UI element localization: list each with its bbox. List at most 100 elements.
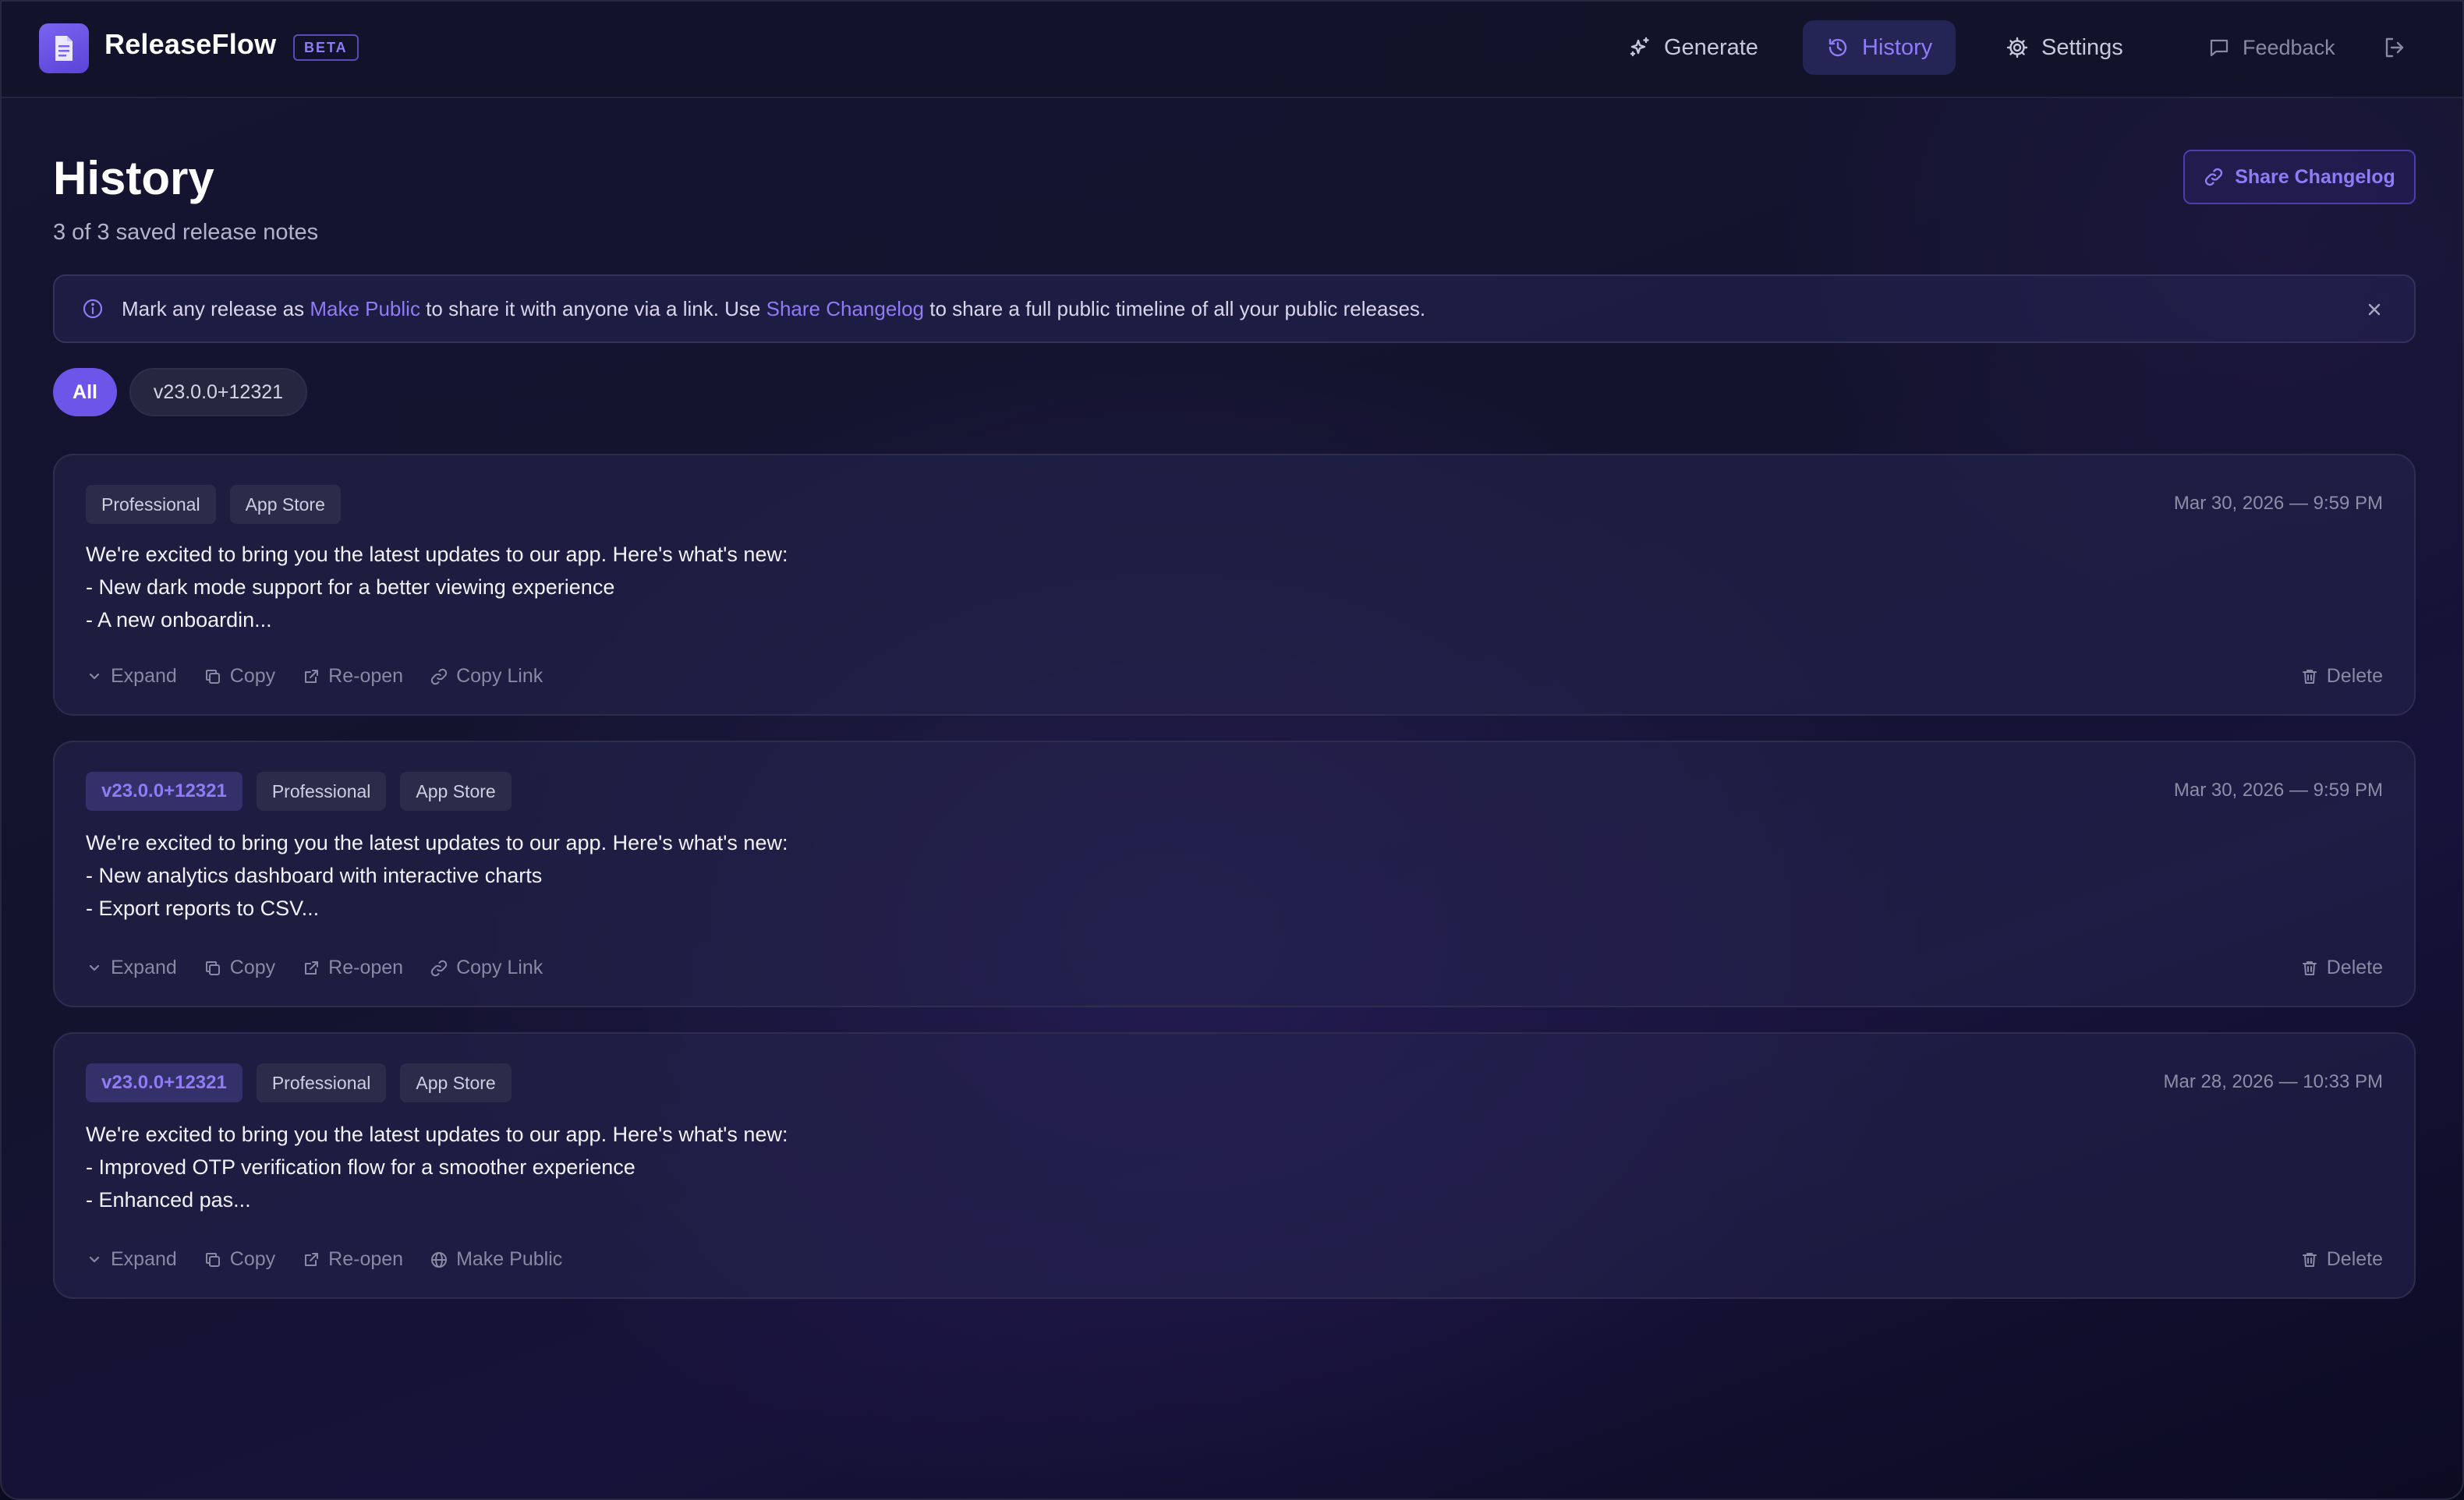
nav-feedback[interactable]: Feedback xyxy=(2185,20,2359,75)
reopen-button[interactable]: Re-open xyxy=(302,957,403,979)
copy-link-label: Copy Link xyxy=(456,957,543,978)
nav-settings-label: Settings xyxy=(2041,34,2123,60)
release-actions: Expand Copy Re-open Copy Link xyxy=(86,957,543,979)
nav-generate-label: Generate xyxy=(1664,34,1758,60)
document-icon xyxy=(52,34,76,62)
nav-history[interactable]: History xyxy=(1803,20,1956,75)
delete-label: Delete xyxy=(2326,665,2383,687)
expand-button[interactable]: Expand xyxy=(86,957,177,979)
page-title: History xyxy=(53,152,214,204)
copy-link-button[interactable]: Copy Link xyxy=(430,957,543,979)
nav-generate[interactable]: Generate xyxy=(1605,20,1782,75)
delete-button[interactable]: Delete xyxy=(2300,1248,2383,1271)
release-date: Mar 30, 2026 — 9:59 PM xyxy=(2173,780,2383,801)
delete-button[interactable]: Delete xyxy=(2300,665,2383,688)
make-public-link[interactable]: Make Public xyxy=(310,297,420,320)
gear-icon xyxy=(2006,36,2029,59)
expand-label: Expand xyxy=(111,957,177,978)
external-link-icon xyxy=(302,959,320,978)
preview-line: - Enhanced pas... xyxy=(86,1188,251,1212)
tag-platform: App Store xyxy=(400,772,512,811)
page-subtitle: 3 of 3 saved release notes xyxy=(53,220,319,245)
trash-icon xyxy=(2300,667,2319,686)
filter-version[interactable]: v23.0.0+12321 xyxy=(129,368,307,416)
nav-feedback-label: Feedback xyxy=(2243,35,2335,59)
app-logo[interactable] xyxy=(39,23,89,73)
release-card[interactable]: Professional App Store Mar 30, 2026 — 9:… xyxy=(53,454,2416,716)
info-icon xyxy=(81,297,104,320)
copy-icon xyxy=(204,667,222,686)
copy-button[interactable]: Copy xyxy=(204,665,275,688)
link-icon xyxy=(430,959,448,978)
preview-line: - Export reports to CSV... xyxy=(86,897,320,920)
chevron-down-icon xyxy=(86,668,103,685)
make-public-button[interactable]: Make Public xyxy=(430,1248,562,1271)
release-date: Mar 30, 2026 — 9:59 PM xyxy=(2173,493,2383,514)
tag-tone: Professional xyxy=(256,772,387,811)
preview-line: We're excited to bring you the latest up… xyxy=(86,1123,788,1146)
trash-icon xyxy=(2300,1251,2319,1269)
logout-icon xyxy=(2383,36,2406,59)
release-tags: v23.0.0+12321 Professional App Store xyxy=(86,1063,512,1102)
preview-line: We're excited to bring you the latest up… xyxy=(86,543,788,566)
sparkles-icon xyxy=(1628,36,1652,59)
release-tags: v23.0.0+12321 Professional App Store xyxy=(86,772,512,811)
expand-button[interactable]: Expand xyxy=(86,1248,177,1271)
expand-button[interactable]: Expand xyxy=(86,665,177,688)
release-card[interactable]: v23.0.0+12321 Professional App Store Mar… xyxy=(53,741,2416,1007)
banner-text-part: to share it with anyone via a link. Use xyxy=(420,296,766,320)
release-actions: Expand Copy Re-open Make Public xyxy=(86,1248,562,1271)
preview-line: - New analytics dashboard with interacti… xyxy=(86,864,543,887)
link-icon xyxy=(2204,167,2224,187)
tag-tone: Professional xyxy=(256,1063,387,1102)
reopen-button[interactable]: Re-open xyxy=(302,665,403,688)
globe-icon xyxy=(430,1251,448,1269)
copy-button[interactable]: Copy xyxy=(204,957,275,979)
info-banner: Mark any release as Make Public to share… xyxy=(53,274,2416,343)
close-icon[interactable] xyxy=(2361,296,2388,323)
delete-label: Delete xyxy=(2326,957,2383,978)
external-link-icon xyxy=(302,1251,320,1269)
app-window: ReleaseFlow BETA Generate History Settin… xyxy=(0,0,2464,1500)
release-card[interactable]: v23.0.0+12321 Professional App Store Mar… xyxy=(53,1032,2416,1299)
preview-line: - Improved OTP verification flow for a s… xyxy=(86,1155,635,1179)
nav-history-label: History xyxy=(1862,34,1933,60)
release-actions: Expand Copy Re-open Copy Link xyxy=(86,665,543,688)
release-preview: We're excited to bring you the latest up… xyxy=(86,826,788,925)
preview-line: - New dark mode support for a better vie… xyxy=(86,575,615,599)
share-changelog-label: Share Changelog xyxy=(2235,165,2395,188)
link-icon xyxy=(430,667,448,686)
delete-label: Delete xyxy=(2326,1248,2383,1270)
chevron-down-icon xyxy=(86,960,103,977)
preview-line: - A new onboardin... xyxy=(86,608,272,631)
nav-settings[interactable]: Settings xyxy=(1982,20,2147,75)
reopen-button[interactable]: Re-open xyxy=(302,1248,403,1271)
share-changelog-link[interactable]: Share Changelog xyxy=(766,297,924,320)
delete-button[interactable]: Delete xyxy=(2300,957,2383,979)
filter-all[interactable]: All xyxy=(53,368,117,416)
chevron-down-icon xyxy=(86,1251,103,1268)
reopen-label: Re-open xyxy=(328,1248,404,1270)
share-changelog-button[interactable]: Share Changelog xyxy=(2183,150,2416,204)
release-preview: We're excited to bring you the latest up… xyxy=(86,1118,788,1216)
copy-label: Copy xyxy=(229,957,276,978)
banner-text-part: Mark any release as xyxy=(122,296,310,320)
release-tags: Professional App Store xyxy=(86,485,341,524)
trash-icon xyxy=(2300,959,2319,978)
release-date: Mar 28, 2026 — 10:33 PM xyxy=(2163,1071,2383,1092)
release-preview: We're excited to bring you the latest up… xyxy=(86,538,788,636)
tag-platform: App Store xyxy=(229,485,341,524)
expand-label: Expand xyxy=(111,1248,177,1270)
brand-name: ReleaseFlow xyxy=(104,28,277,60)
message-icon xyxy=(2208,37,2230,58)
copy-link-label: Copy Link xyxy=(456,665,543,687)
copy-button[interactable]: Copy xyxy=(204,1248,275,1271)
copy-link-button[interactable]: Copy Link xyxy=(430,665,543,688)
make-public-label: Make Public xyxy=(456,1248,563,1270)
external-link-icon xyxy=(302,667,320,686)
logout-button[interactable] xyxy=(2372,20,2417,75)
tag-platform: App Store xyxy=(400,1063,512,1102)
expand-label: Expand xyxy=(111,665,177,687)
copy-icon xyxy=(204,1251,222,1269)
copy-icon xyxy=(204,959,222,978)
